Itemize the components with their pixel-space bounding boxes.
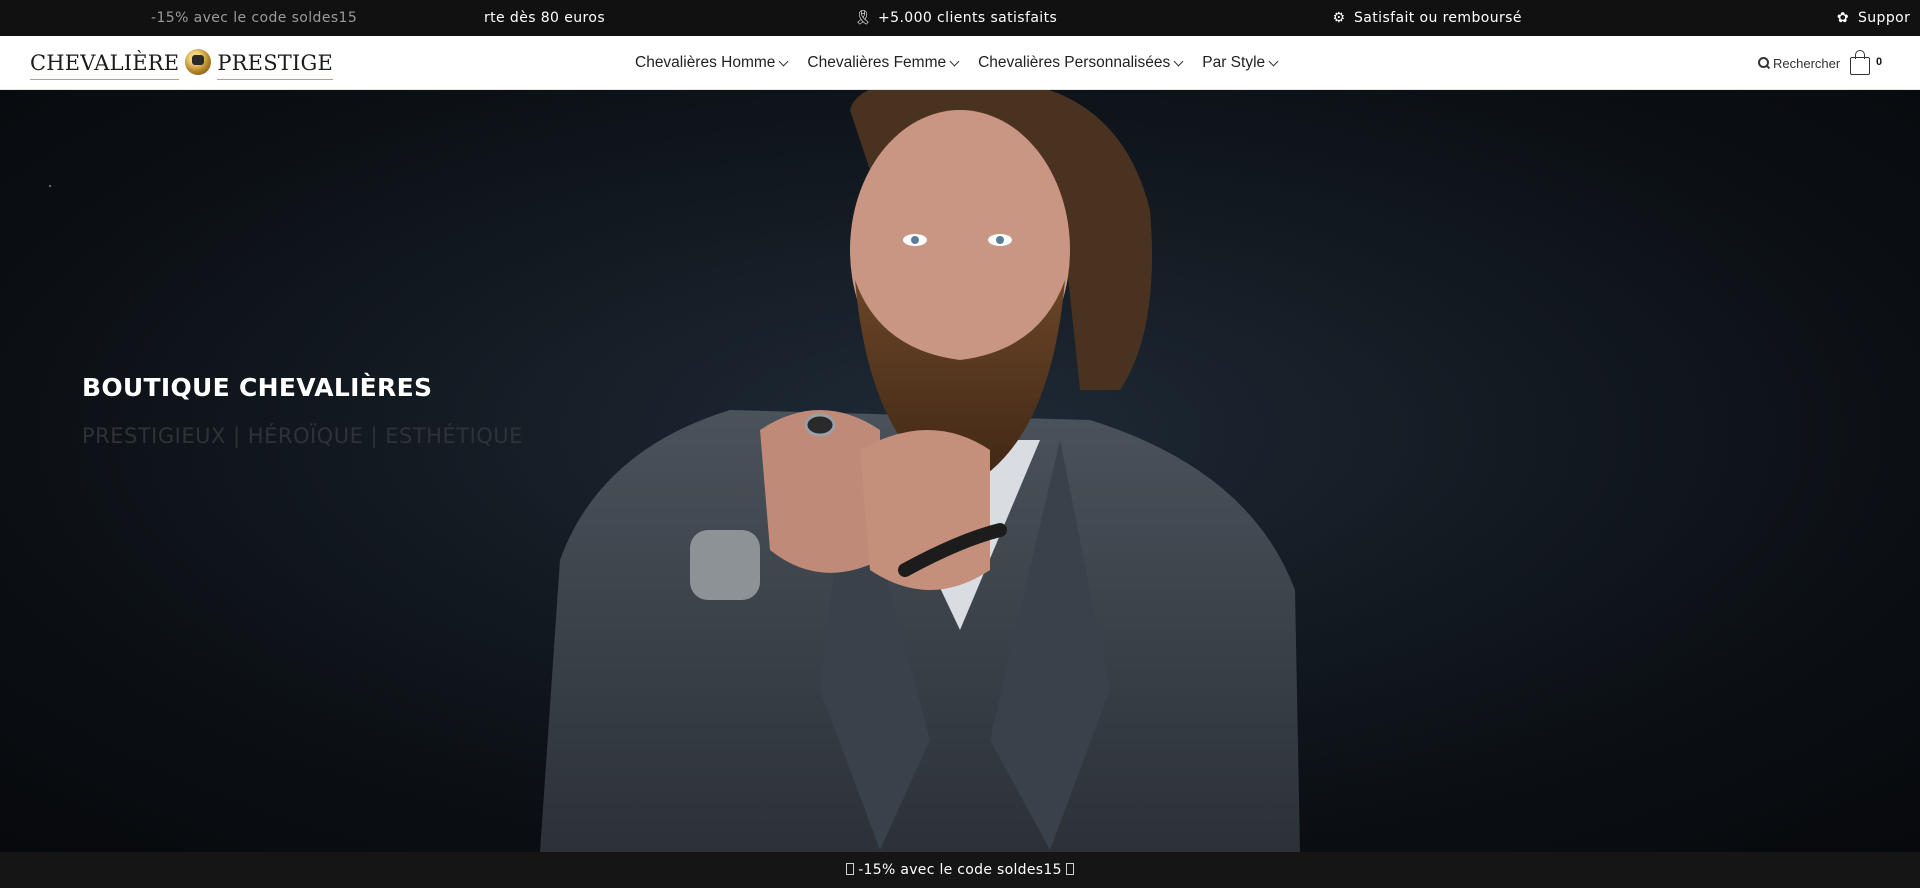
hero-banner: BOUTIQUE CHEVALIÈRES PRESTIGIEUX | HÉROÏ… (0, 90, 1920, 852)
refund-icon: ⚙ (1332, 10, 1346, 26)
search-icon (1758, 57, 1770, 69)
hero-subtitle: PRESTIGIEUX | HÉROÏQUE | ESTHÉTIQUE (82, 424, 523, 448)
ticker-item-label: rte dès 80 euros (484, 10, 606, 26)
ticker-item-label: -15% avec le code soldes15 (151, 10, 358, 26)
chevron-down-icon (1268, 56, 1279, 66)
nav-item-chevalieres-femme[interactable]: Chevalières Femme (807, 54, 960, 72)
chevron-down-icon (949, 56, 960, 66)
hero-title: BOUTIQUE CHEVALIÈRES (82, 373, 433, 402)
nav-item-par-style[interactable]: Par Style (1202, 54, 1279, 72)
site-header: CHEVALIÈRE PRESTIGE Chevalières Homme Ch… (0, 36, 1920, 90)
site-logo[interactable]: CHEVALIÈRE PRESTIGE (30, 47, 333, 80)
support-icon: ✿ (1836, 10, 1850, 26)
search-label: Rechercher (1773, 55, 1841, 71)
logo-text-right: PRESTIGE (217, 51, 333, 80)
main-nav: Chevalières Homme Chevalières Femme Chev… (635, 36, 1297, 90)
cart-button[interactable]: 0 (1850, 36, 1882, 90)
nav-item-chevalieres-personnalisees[interactable]: Chevalières Personnalisées (978, 54, 1184, 72)
promo-bottom-text: -15% avec le code soldes15 (858, 862, 1062, 878)
promo-bottom-bar: -15% avec le code soldes15 (0, 852, 1920, 888)
ticker-item-label: +5.000 clients satisfaits (878, 10, 1058, 26)
ticker-item-support: ✿ Suppor (1834, 0, 1910, 36)
announcement-ticker: -15% avec le code soldes15 rte dès 80 eu… (0, 0, 1920, 36)
hero-model-photo (0, 90, 1920, 852)
nav-item-label: Chevalières Femme (807, 54, 947, 71)
carousel-dot (49, 185, 51, 187)
shopping-bag-icon (1850, 50, 1870, 75)
search-button[interactable]: Rechercher (1758, 36, 1840, 90)
ticker-item-promo: -15% avec le code soldes15 (151, 0, 357, 36)
ticker-item-refund: ⚙ Satisfait ou remboursé (1330, 0, 1522, 36)
ticker-item-label: Satisfait ou remboursé (1354, 10, 1522, 26)
chevron-down-icon (1173, 56, 1184, 66)
ticker-item-shipping: rte dès 80 euros (484, 0, 605, 36)
award-icon: 🎗 (854, 10, 873, 26)
logo-text-left: CHEVALIÈRE (30, 51, 180, 80)
ticker-item-label: Suppor (1858, 10, 1911, 26)
ring-logo-icon (185, 49, 212, 75)
nav-item-label: Chevalières Homme (635, 54, 776, 71)
nav-item-label: Par Style (1202, 54, 1266, 71)
cart-count: 0 (1876, 56, 1883, 68)
ticker-item-clients: 🎗 +5.000 clients satisfaits (854, 0, 1057, 36)
missing-glyph-icon (1065, 863, 1074, 875)
nav-item-label: Chevalières Personnalisées (978, 54, 1171, 71)
missing-glyph-icon (846, 863, 855, 875)
chevron-down-icon (778, 56, 789, 66)
nav-item-chevalieres-homme[interactable]: Chevalières Homme (635, 54, 789, 72)
